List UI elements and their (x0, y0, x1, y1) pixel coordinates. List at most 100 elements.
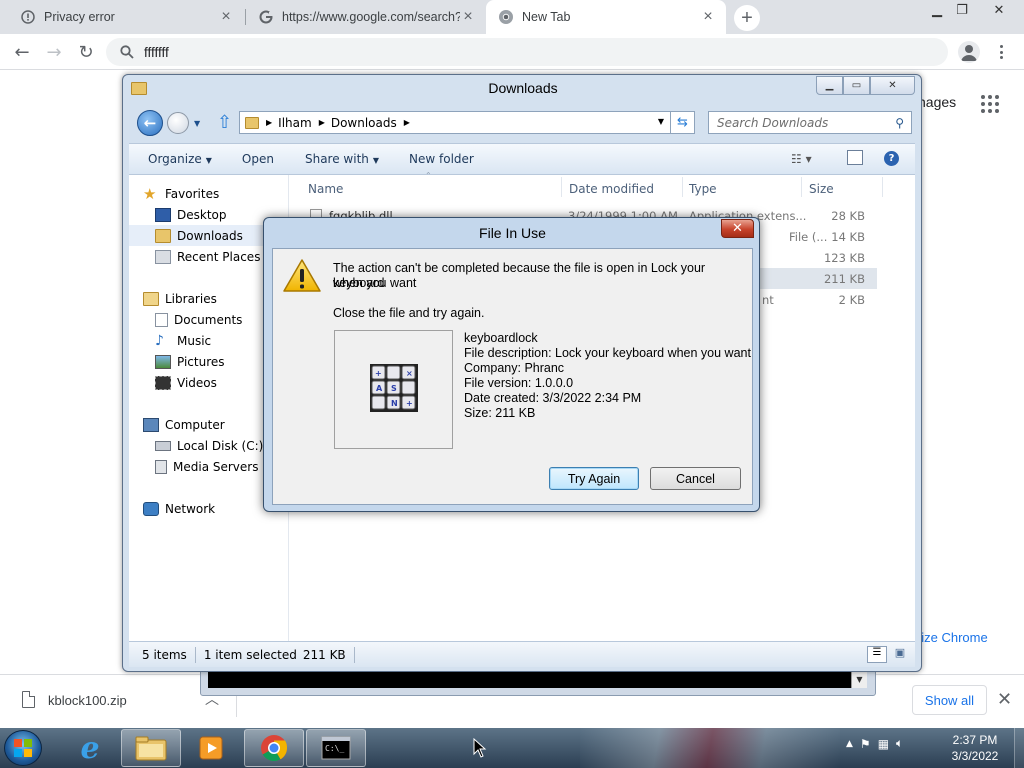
share-with-button[interactable]: Share with ▼ (305, 152, 379, 166)
column-separator[interactable] (882, 177, 883, 197)
file-size: 14 KB (831, 229, 865, 244)
reload-icon[interactable]: ↻ (75, 41, 97, 63)
back-arrow-icon[interactable]: ← (11, 41, 33, 63)
large-icons-view-icon[interactable]: ▣ (891, 646, 909, 663)
clock-time: 2:37 PM (952, 733, 998, 747)
profile-avatar-icon[interactable] (958, 41, 980, 63)
breadcrumb-ilham[interactable]: Ilham (278, 116, 312, 130)
documents-icon (155, 312, 168, 327)
cancel-button[interactable]: Cancel (650, 467, 741, 490)
explorer-address-bar[interactable]: ▶ Ilham ▶ Downloads ▶ ▼ (239, 111, 671, 134)
selection-info: 1 item selected (203, 647, 297, 662)
downloads-folder-icon (155, 228, 171, 243)
taskbar-wallpaper-glimpse (580, 728, 840, 768)
console-scroll-down-icon[interactable]: ▼ (851, 670, 867, 688)
svg-text:A: A (376, 384, 383, 393)
organize-button[interactable]: Organize ▼ (148, 152, 212, 166)
start-button-windows-icon[interactable] (4, 730, 42, 766)
up-arrow-icon[interactable]: ⇧ (217, 112, 232, 133)
customize-chrome-link[interactable]: nize Chrome (914, 630, 988, 645)
sort-indicator-icon: ⌃ (425, 171, 432, 180)
refresh-icon[interactable]: ⇆ (671, 111, 695, 134)
libraries-icon (143, 291, 159, 306)
breadcrumb-downloads[interactable]: Downloads (331, 116, 397, 130)
media-server-icon (155, 459, 167, 474)
nav-label: Documents (174, 312, 243, 327)
console-window-body[interactable] (208, 670, 858, 688)
view-options-icon[interactable]: ☷ ▾ (791, 152, 812, 166)
recent-pages-chevron-icon[interactable]: ▼ (194, 119, 200, 128)
tab-close-icon[interactable]: × (218, 9, 234, 25)
column-header-name[interactable]: Name (308, 179, 343, 199)
system-clock[interactable]: 2:37 PM 3/3/2022 (938, 732, 1012, 764)
file-type: File (... (789, 229, 828, 244)
restore-icon[interactable]: ❐ (947, 0, 977, 20)
new-tab-button[interactable]: + (734, 5, 760, 31)
internet-explorer-taskbar-icon[interactable]: e (60, 729, 120, 767)
videos-icon (155, 375, 171, 390)
volume-icon[interactable]: 🔈︎ (896, 736, 903, 751)
nav-favorites[interactable]: ★ Favorites (143, 183, 301, 204)
show-hidden-icons-icon[interactable]: ▲ (846, 739, 853, 749)
action-center-flag-icon[interactable]: ⚑ (860, 737, 871, 751)
chrome-menu-icon[interactable] (996, 42, 1006, 62)
nav-label: Media Servers (173, 459, 259, 474)
close-window-icon[interactable]: ✕ (984, 0, 1014, 20)
explorer-title: Downloads (488, 80, 558, 96)
status-separator (353, 646, 355, 663)
dialog-close-button[interactable]: ✕ (721, 219, 754, 238)
search-icon: ⚲ (895, 116, 904, 130)
google-apps-icon[interactable] (981, 95, 999, 113)
desktop-icon (155, 207, 171, 222)
column-header-size[interactable]: Size (809, 179, 834, 199)
new-folder-button[interactable]: New folder (409, 152, 474, 166)
back-arrow-icon[interactable]: ← (137, 110, 163, 136)
file-type: nt (762, 292, 774, 307)
details-view-icon[interactable]: ☰ (867, 646, 887, 663)
media-player-taskbar-icon[interactable] (181, 729, 241, 767)
chrome-taskbar-icon[interactable] (244, 729, 304, 767)
computer-icon (143, 417, 159, 432)
tab-privacy-error[interactable]: Privacy error × (0, 0, 244, 34)
open-button[interactable]: Open (242, 152, 274, 166)
browser-tab-strip: Privacy error × https://www.google.com/s… (0, 0, 1024, 34)
column-separator[interactable] (801, 177, 802, 197)
maximize-icon[interactable]: ▭ (843, 76, 870, 95)
network-icon (143, 501, 159, 516)
forward-arrow-icon[interactable] (167, 112, 189, 134)
preview-pane-icon[interactable] (847, 150, 863, 165)
close-window-icon[interactable]: ✕ (870, 76, 915, 95)
show-desktop-button[interactable] (1014, 728, 1024, 768)
nav-label: Pictures (177, 354, 225, 369)
tab-new-tab[interactable]: New Tab × (486, 0, 726, 34)
file-size: 211 KB (823, 271, 865, 286)
nav-label: Desktop (177, 207, 227, 222)
explorer-search-box[interactable]: Search Downloads ⚲ (708, 111, 912, 134)
google-images-link[interactable]: nages (918, 94, 956, 110)
column-header-date[interactable]: Date modified (569, 179, 654, 199)
try-again-button[interactable]: Try Again (549, 467, 639, 490)
close-shelf-icon[interactable]: ✕ (997, 689, 1012, 710)
search-placeholder: Search Downloads (717, 115, 829, 130)
show-all-button[interactable]: Show all (912, 685, 987, 715)
column-separator[interactable] (561, 177, 562, 197)
tab-close-icon[interactable]: × (700, 9, 716, 25)
tab-google-search[interactable]: https://www.google.com/search? × (246, 0, 486, 34)
command-bar: Organize ▼ Open Share with ▼ New folder ☷ … (129, 143, 915, 175)
address-dropdown-icon[interactable]: ▼ (658, 117, 664, 126)
help-icon[interactable]: ? (884, 151, 899, 166)
tab-title: Privacy error (44, 10, 115, 24)
network-tray-icon[interactable]: ▦ (878, 737, 889, 751)
minimize-icon[interactable]: ▁ (816, 76, 843, 95)
file-icon (22, 691, 35, 708)
address-bar[interactable]: fffffff (106, 38, 948, 66)
download-item-name[interactable]: kblock100.zip (48, 693, 127, 708)
forward-arrow-icon[interactable]: → (43, 41, 65, 63)
file-explorer-taskbar-icon[interactable] (121, 729, 181, 767)
tab-close-icon[interactable]: × (460, 9, 476, 25)
nav-label: Recent Places (177, 249, 261, 264)
column-separator[interactable] (682, 177, 683, 197)
column-header-type[interactable]: Type (689, 179, 717, 199)
command-prompt-taskbar-icon[interactable]: C:\_ (306, 729, 366, 767)
selection-size: 211 KB (302, 647, 346, 662)
